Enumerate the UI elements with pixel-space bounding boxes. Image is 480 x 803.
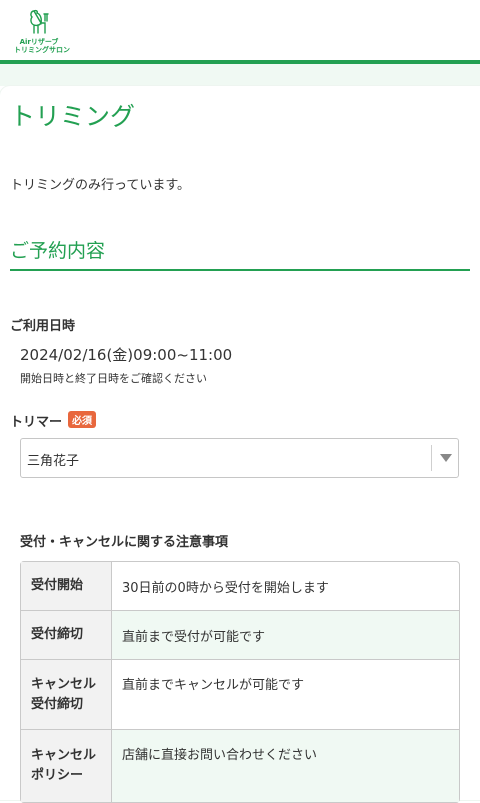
notes-header-line: キャンセル	[31, 676, 97, 692]
logo-text-line2: トリミングサロン	[14, 46, 70, 54]
date-value: 2024/02/16(金)09:00~11:00	[20, 346, 233, 364]
app-header: Airリザーブ トリミングサロン	[0, 0, 480, 60]
notes-header-cell: キャンセル 受付締切	[21, 660, 112, 730]
trimmer-label-row: トリマー 必須	[10, 411, 97, 430]
page-description: トリミングのみ行っています。	[10, 178, 191, 193]
table-row: キャンセル 受付締切 直前までキャンセルが可能です	[21, 660, 459, 730]
trimmer-select[interactable]: 三角花子	[20, 438, 459, 478]
salon-logo[interactable]: Airリザーブ トリミングサロン	[14, 8, 70, 54]
notes-value-cell: 直前まで受付が可能です	[112, 611, 459, 660]
header-band	[0, 64, 480, 86]
table-row: 受付締切 直前まで受付が可能です	[21, 611, 459, 660]
select-separator	[431, 445, 432, 471]
dog-logo-icon	[30, 9, 49, 34]
notes-header-line: 受付締切	[31, 696, 84, 712]
page-title: トリミング	[10, 102, 136, 131]
table-row: 受付開始 30日前の0時から受付を開始します	[21, 562, 459, 611]
notes-header-line: キャンセル	[31, 748, 97, 763]
trimmer-select-value: 三角花子	[27, 454, 80, 469]
date-label: ご利用日時	[10, 319, 76, 334]
notes-header-cell: 受付開始	[21, 562, 112, 611]
required-badge: 必須	[68, 411, 97, 428]
notes-header-line: ポリシー	[31, 768, 84, 783]
notes-value-cell: 直前までキャンセルが可能です	[112, 660, 459, 730]
table-row: キャンセル ポリシー 店舗に直接お問い合わせください	[21, 730, 459, 802]
notes-header-cell: 受付締切	[21, 611, 112, 660]
chevron-down-icon[interactable]	[440, 454, 452, 462]
section-title-reservation: ご予約内容	[10, 240, 106, 262]
notes-value-cell: 店舗に直接お問い合わせください	[112, 730, 459, 802]
logo-text-line1: Airリザーブ	[19, 38, 59, 46]
section-underline	[10, 269, 470, 271]
notes-header-cell: キャンセル ポリシー	[21, 730, 112, 802]
notes-table: 受付開始 30日前の0時から受付を開始します 受付締切 直前まで受付が可能です …	[20, 561, 460, 803]
notes-title: 受付・キャンセルに関する注意事項	[20, 535, 229, 550]
notes-value-cell: 30日前の0時から受付を開始します	[112, 562, 459, 611]
trimmer-label: トリマー	[10, 415, 63, 430]
date-note: 開始日時と終了日時をご確認ください	[20, 372, 207, 385]
